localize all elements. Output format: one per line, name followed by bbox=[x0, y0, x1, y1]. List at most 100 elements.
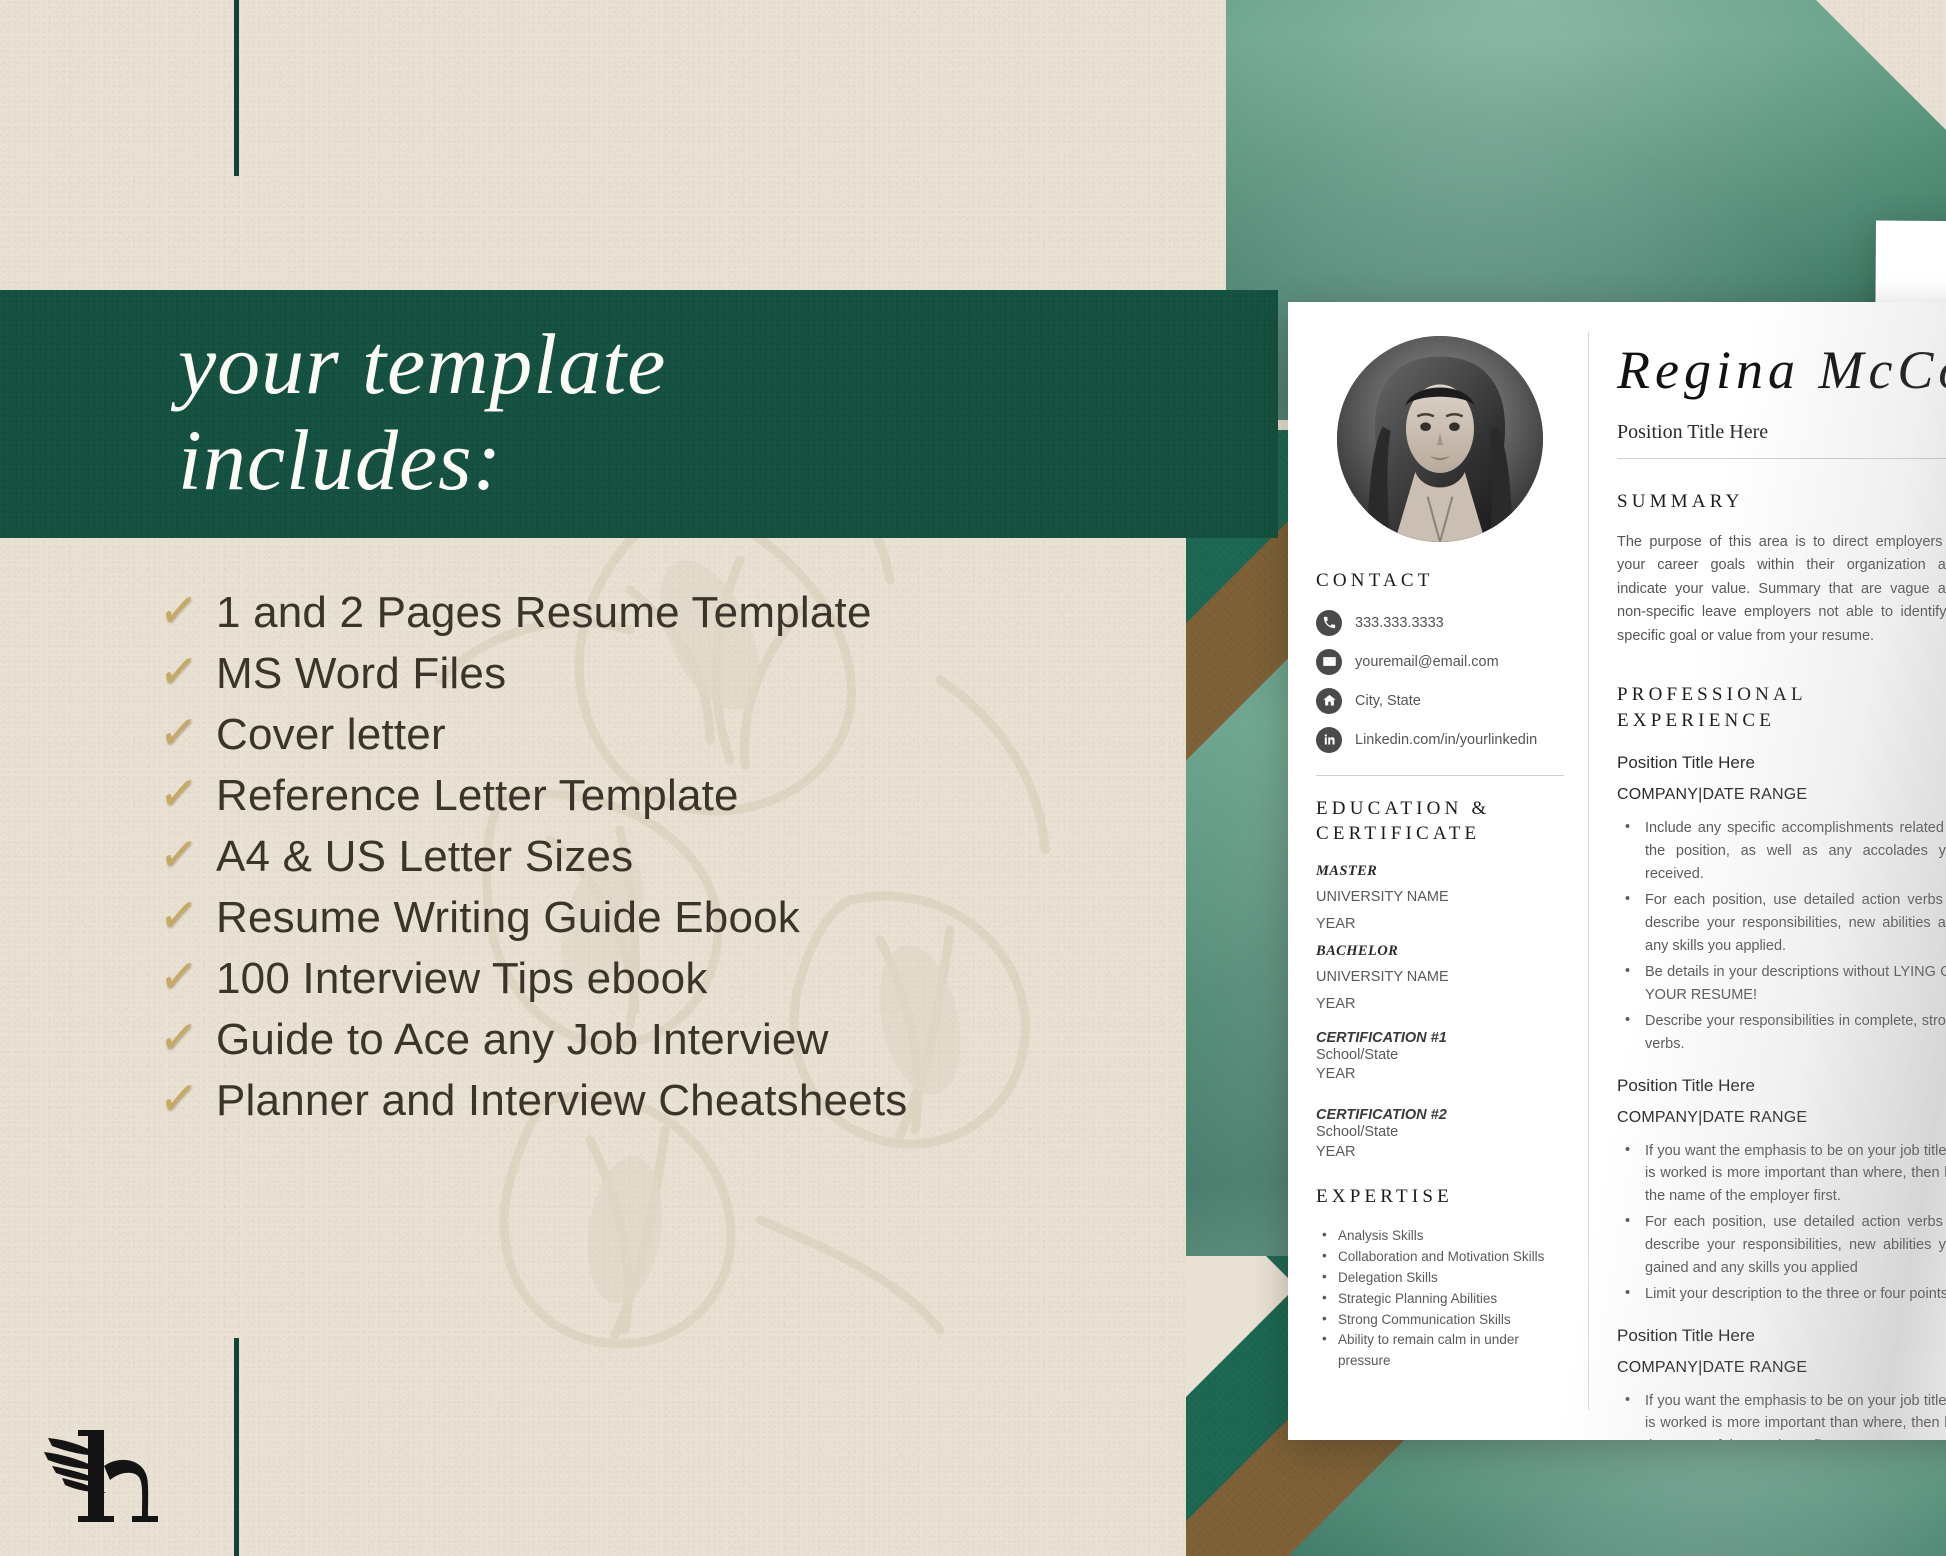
job-title: Position Title Here bbox=[1617, 753, 1755, 773]
check-icon: ✓ bbox=[156, 1011, 201, 1063]
check-icon: ✓ bbox=[156, 950, 201, 1002]
summary-body: The purpose of this area is to direct em… bbox=[1617, 533, 1946, 644]
education-degree: MASTER bbox=[1316, 862, 1378, 879]
resume-card-primary[interactable]: CONTACT 333.333.3333 youremail@email.com C… bbox=[1288, 302, 1946, 1440]
contact-row[interactable]: youremail@email.com bbox=[1316, 648, 1564, 675]
expertise-item: Strong Communication Skills bbox=[1316, 1309, 1564, 1331]
checklist-item: ✓ Cover letter bbox=[156, 704, 1190, 765]
checklist-item-label: Resume Writing Guide Ebook bbox=[216, 892, 800, 942]
avatar bbox=[1337, 336, 1543, 542]
education-heading: EDUCATION & CERTIFICATE bbox=[1316, 797, 1491, 845]
check-icon: ✓ bbox=[156, 767, 201, 819]
certification-school: School/State bbox=[1316, 1046, 1399, 1063]
checklist-item: ✓ 1 and 2 Pages Resume Template bbox=[156, 582, 1190, 643]
divider bbox=[1316, 774, 1564, 776]
job-bullet-list: If you want the emphasis to be on your j… bbox=[1617, 1389, 1946, 1440]
job-bullet: If you want the emphasis to be on your j… bbox=[1617, 1389, 1946, 1440]
job-bullet: Describe your responsibilities in comple… bbox=[1617, 1009, 1946, 1055]
job-company-dates: COMPANY|DATE RANGE bbox=[1617, 1358, 1808, 1376]
summary-heading: SUMMARY bbox=[1617, 491, 1744, 513]
winged-h-logo bbox=[40, 1422, 170, 1532]
checklist-item-label: 100 Interview Tips ebook bbox=[216, 953, 708, 1003]
check-icon: ✓ bbox=[156, 828, 201, 880]
envelope-icon bbox=[1316, 648, 1342, 675]
accent-rule-top bbox=[234, 0, 239, 176]
education-degree: BACHELOR bbox=[1316, 942, 1399, 959]
poster-canvas: your template includes: ✓ 1 and 2 Pages R… bbox=[0, 0, 1946, 1556]
certification-list: CERTIFICATION #1 School/State YEAR CERTIFIC… bbox=[1316, 1030, 1564, 1162]
check-icon: ✓ bbox=[156, 706, 201, 758]
checklist-item: ✓ A4 & US Letter Sizes bbox=[156, 826, 1190, 887]
certification-year: YEAR bbox=[1316, 1066, 1356, 1083]
contact-list: 333.333.3333 youremail@email.com City, Sta… bbox=[1316, 609, 1564, 753]
job-bullet: If you want the emphasis to be on your j… bbox=[1617, 1139, 1946, 1208]
checklist-item: ✓ Resume Writing Guide Ebook bbox=[156, 887, 1190, 948]
education-list: MASTER UNIVERSITY NAME YEAR BACHELOR UNIVERS… bbox=[1316, 863, 1564, 1012]
certification-year: YEAR bbox=[1316, 1143, 1356, 1160]
phone-icon bbox=[1316, 609, 1342, 636]
checklist-item: ✓ MS Word Files bbox=[156, 643, 1190, 704]
certification-title: CERTIFICATION #1 bbox=[1316, 1029, 1447, 1046]
contact-value: 333.333.3333 bbox=[1355, 614, 1444, 631]
job-title: Position Title Here bbox=[1617, 1075, 1755, 1095]
expertise-heading: EXPERTISE bbox=[1316, 1186, 1453, 1208]
job-company-dates: COMPANY|DATE RANGE bbox=[1617, 786, 1808, 804]
candidate-position-title: Position Title Here bbox=[1617, 421, 1946, 460]
certification-block: CERTIFICATION #2School/State YEAR bbox=[1316, 1107, 1564, 1162]
contact-row[interactable]: Linkedin.com/in/yourlinkedin bbox=[1316, 726, 1564, 753]
job-bullet-list: Include any specific accomplishments rel… bbox=[1617, 816, 1946, 1055]
contact-row[interactable]: 333.333.3333 bbox=[1316, 609, 1564, 636]
job-bullet: Be details in your descriptions without … bbox=[1617, 960, 1946, 1006]
contact-row[interactable]: City, State bbox=[1316, 687, 1564, 714]
checklist-item: ✓ Guide to Ace any Job Interview bbox=[156, 1009, 1190, 1070]
job-title: Position Title Here bbox=[1617, 1325, 1755, 1345]
check-icon: ✓ bbox=[156, 645, 201, 697]
headline-text: your template includes: bbox=[178, 316, 667, 509]
expertise-item: Strategic Planning Abilities bbox=[1316, 1288, 1564, 1310]
job-bullet: Limit your description to the three or f… bbox=[1617, 1282, 1946, 1306]
checklist-item-label: Guide to Ace any Job Interview bbox=[216, 1014, 829, 1064]
certification-title: CERTIFICATION #2 bbox=[1316, 1107, 1447, 1124]
check-icon: ✓ bbox=[156, 889, 201, 941]
education-year: YEAR bbox=[1316, 915, 1356, 932]
job-company-dates: COMPANY|DATE RANGE bbox=[1617, 1108, 1808, 1126]
resume-sidebar: CONTACT 333.333.3333 youremail@email.com C… bbox=[1288, 302, 1588, 1440]
checklist-item-label: Reference Letter Template bbox=[216, 770, 739, 820]
certification-school: School/State bbox=[1316, 1124, 1399, 1141]
contact-value: City, State bbox=[1355, 692, 1421, 709]
job-bullet: Include any specific accomplishments rel… bbox=[1617, 816, 1946, 885]
headline-banner: your template includes: bbox=[0, 290, 1278, 538]
home-icon bbox=[1316, 687, 1342, 714]
job-bullet: For each position, use detailed action v… bbox=[1617, 1210, 1946, 1279]
job-bullet: For each position, use detailed action v… bbox=[1617, 888, 1946, 957]
checklist-item-label: Planner and Interview Cheatsheets bbox=[216, 1075, 908, 1125]
accent-rule-bottom bbox=[234, 1338, 239, 1556]
linkedin-icon bbox=[1316, 726, 1342, 753]
checklist-item: ✓ Planner and Interview Cheatsheets bbox=[156, 1070, 1190, 1131]
expertise-item: Collaboration and Motivation Skills bbox=[1316, 1246, 1564, 1268]
checklist-item-label: Cover letter bbox=[216, 709, 446, 759]
education-school: UNIVERSITY NAME bbox=[1316, 968, 1449, 985]
checklist-item-label: A4 & US Letter Sizes bbox=[216, 831, 634, 881]
experience-list: Position Title Here COMPANY|DATE RANGE Inc… bbox=[1617, 753, 1946, 1440]
experience-heading: PROFESSIONAL EXPERIENCE bbox=[1617, 684, 1807, 731]
feature-checklist: ✓ 1 and 2 Pages Resume Template ✓ MS Word F… bbox=[156, 582, 1190, 1131]
expertise-item: Ability to remain calm in under pressure bbox=[1316, 1329, 1564, 1372]
contact-value: youremail@email.com bbox=[1355, 653, 1499, 670]
check-icon: ✓ bbox=[156, 1072, 201, 1124]
certification-block: CERTIFICATION #1School/State YEAR bbox=[1316, 1030, 1564, 1085]
check-icon: ✓ bbox=[156, 584, 201, 636]
expertise-item: Delegation Skills bbox=[1316, 1267, 1564, 1289]
job-bullet-list: If you want the emphasis to be on your j… bbox=[1617, 1139, 1946, 1306]
contact-heading: CONTACT bbox=[1316, 570, 1434, 591]
education-year: YEAR bbox=[1316, 995, 1356, 1012]
checklist-item: ✓ Reference Letter Template bbox=[156, 765, 1190, 826]
resume-main: Regina McConnell Position Title Here SUM… bbox=[1589, 302, 1946, 1440]
checklist-item: ✓ 100 Interview Tips ebook bbox=[156, 948, 1190, 1009]
education-school: UNIVERSITY NAME bbox=[1316, 888, 1449, 905]
contact-value: Linkedin.com/in/yourlinkedin bbox=[1355, 731, 1538, 748]
expertise-list: Analysis SkillsCollaboration and Motivat… bbox=[1316, 1225, 1564, 1372]
candidate-name: Regina McConnell bbox=[1617, 340, 1946, 400]
expertise-item: Analysis Skills bbox=[1316, 1225, 1564, 1247]
checklist-item-label: MS Word Files bbox=[216, 648, 507, 698]
